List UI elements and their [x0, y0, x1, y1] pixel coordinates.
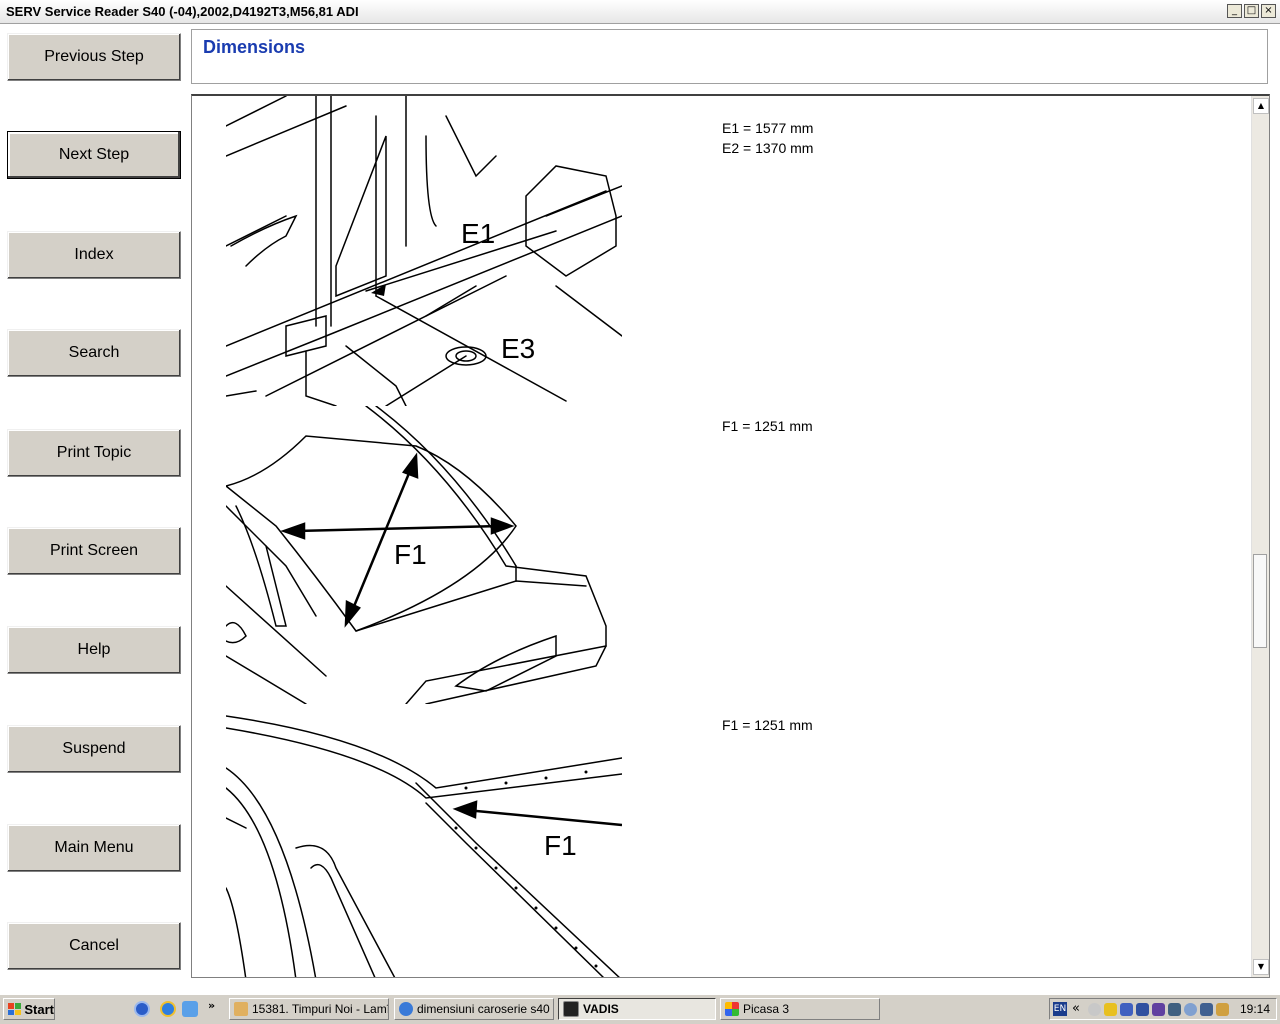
title-bar: SERV Service Reader S40 (-04),2002,D4192… — [0, 0, 1280, 24]
task-label: Picasa 3 — [743, 1002, 790, 1016]
display-icon[interactable] — [1168, 1003, 1181, 1016]
rear-window-diagram: F1 — [226, 406, 607, 704]
e1-label: E1 — [461, 218, 495, 249]
search-button[interactable]: Search — [7, 329, 181, 377]
network-icon[interactable] — [1120, 1003, 1133, 1016]
measurement-list-e: E1 = 1577 mm E2 = 1370 mm — [722, 118, 813, 158]
next-step-button[interactable]: Next Step — [7, 131, 181, 179]
volume-icon[interactable] — [1200, 1003, 1213, 1016]
chevron-right-icon[interactable]: » — [208, 999, 215, 1012]
print-screen-button[interactable]: Print Screen — [7, 527, 181, 575]
clock: 19:14 — [1239, 1002, 1270, 1016]
scroll-thumb[interactable] — [1253, 554, 1267, 648]
page-title: Dimensions — [203, 37, 306, 57]
app-window: Previous Step Next Step Index Search Pri… — [0, 24, 1280, 994]
help-button[interactable]: Help — [7, 626, 181, 674]
f1-label-window: F1 — [394, 539, 427, 570]
window-title: SERV Service Reader S40 (-04),2002,D4192… — [6, 4, 359, 19]
previous-step-button[interactable]: Previous Step — [7, 33, 181, 81]
ie-icon[interactable] — [160, 1001, 176, 1017]
scroll-up-arrow-icon[interactable]: ▲ — [1253, 98, 1269, 114]
shield-icon[interactable] — [1104, 1003, 1117, 1016]
content-pane: E1 E3 E1 = 1577 mm E2 = 1370 mm F1 F1 = … — [191, 94, 1270, 978]
task-label: VADIS — [583, 1002, 619, 1016]
close-button[interactable]: × — [1261, 4, 1276, 18]
quicklaunch-browser-icon[interactable] — [182, 1001, 198, 1017]
e3-label: E3 — [501, 333, 535, 364]
index-button[interactable]: Index — [7, 231, 181, 279]
taskbar: Start » 15381. Timpuri Noi - Lamî... dim… — [0, 994, 1280, 1024]
suspend-button[interactable]: Suspend — [7, 725, 181, 773]
measurement-f1-a: F1 = 1251 mm — [722, 418, 813, 434]
tray-app-icon[interactable] — [1088, 1003, 1101, 1016]
start-label: Start — [24, 1001, 54, 1017]
f1-label-roof: F1 — [544, 830, 577, 861]
body-floor-diagram: E1 E3 — [226, 96, 622, 406]
task-vadis[interactable]: VADIS — [558, 998, 716, 1020]
task-browser[interactable]: dimensiuni caroserie s40 ... — [394, 998, 554, 1020]
topic-header: Dimensions — [191, 29, 1268, 84]
measurement-e1: E1 = 1577 mm — [722, 120, 814, 136]
system-tray: EN « 19:14 — [1049, 998, 1277, 1020]
vertical-scrollbar[interactable]: ▲ ▼ — [1251, 96, 1269, 977]
measurement-e2: E2 = 1370 mm — [722, 140, 814, 156]
task-label: 15381. Timpuri Noi - Lamî... — [252, 1002, 389, 1016]
start-button[interactable]: Start — [3, 998, 55, 1020]
tray-tool-icon[interactable] — [1216, 1003, 1229, 1016]
roof-pillar-diagram: F1 — [226, 715, 622, 977]
task-picasa[interactable]: Picasa 3 — [720, 998, 880, 1020]
tray-expand-icon[interactable]: « — [1072, 1001, 1080, 1016]
task-label: dimensiuni caroserie s40 ... — [417, 1002, 554, 1016]
main-menu-button[interactable]: Main Menu — [7, 824, 181, 872]
print-topic-button[interactable]: Print Topic — [7, 429, 181, 477]
cancel-button[interactable]: Cancel — [7, 922, 181, 970]
minimize-button[interactable]: _ — [1227, 4, 1242, 18]
monitor-icon[interactable] — [1136, 1003, 1149, 1016]
antivirus-icon[interactable] — [1152, 1003, 1165, 1016]
vadis-icon — [563, 1001, 579, 1017]
windows-logo-icon — [8, 1003, 22, 1015]
bluetooth-icon[interactable] — [1184, 1003, 1197, 1016]
scroll-down-arrow-icon[interactable]: ▼ — [1253, 959, 1269, 975]
task-timpuri-noi[interactable]: 15381. Timpuri Noi - Lamî... — [229, 998, 389, 1020]
picasa-icon — [725, 1002, 739, 1016]
ie-icon — [399, 1002, 413, 1016]
sidebar: Previous Step Next Step Index Search Pri… — [0, 24, 188, 994]
pencil-icon — [234, 1002, 248, 1016]
quicklaunch-app-icon[interactable] — [134, 1001, 150, 1017]
language-indicator[interactable]: EN — [1053, 1002, 1067, 1016]
measurement-f1-b: F1 = 1251 mm — [722, 717, 813, 733]
maximize-button[interactable]: □ — [1244, 4, 1259, 18]
